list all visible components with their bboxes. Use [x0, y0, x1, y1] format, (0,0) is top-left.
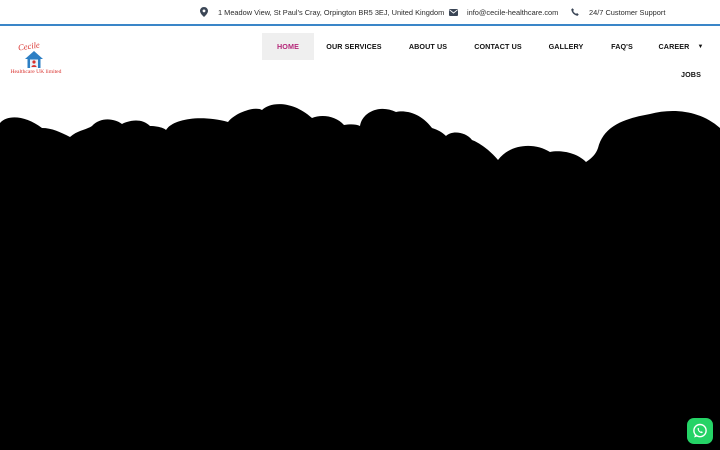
hero-banner: [0, 104, 720, 450]
nav-our-services[interactable]: OUR SERVICES: [325, 33, 383, 60]
nav-gallery[interactable]: GALLERY: [544, 33, 588, 60]
nav-about-us[interactable]: ABOUT US: [404, 33, 452, 60]
nav-faqs[interactable]: FAQ'S: [606, 33, 638, 60]
nav-contact-us[interactable]: CONTACT US: [470, 33, 526, 60]
nav-jobs[interactable]: JOBS: [676, 61, 706, 88]
email-link[interactable]: info@cecile-healthcare.com: [467, 8, 558, 17]
caret-down-icon: ▼: [697, 43, 704, 50]
envelope-icon: [448, 7, 458, 17]
address-item: 1 Meadow View, St Paul's Cray, Orpington…: [199, 0, 444, 24]
nav-home[interactable]: HOME: [262, 33, 314, 60]
email-item[interactable]: info@cecile-healthcare.com: [448, 0, 558, 24]
address-text: 1 Meadow View, St Paul's Cray, Orpington…: [218, 7, 445, 17]
support-item: 24/7 Customer Support: [570, 0, 665, 24]
site-header: Cecile Healthcare UK limited HOME OUR SE…: [0, 28, 720, 90]
top-contact-bar: 1 Meadow View, St Paul's Cray, Orpington…: [0, 0, 720, 26]
whatsapp-chat-button[interactable]: [687, 418, 713, 444]
whatsapp-icon: [693, 423, 707, 438]
logo-subtitle: Healthcare UK limited: [10, 69, 62, 75]
support-text: 24/7 Customer Support: [589, 7, 666, 17]
map-marker-icon: [199, 7, 209, 17]
nav-career-label: CAREER: [658, 42, 690, 51]
site-logo[interactable]: Cecile Healthcare UK limited: [4, 40, 66, 81]
phone-icon: [570, 7, 580, 17]
house-icon: [25, 51, 43, 68]
nav-career[interactable]: CAREER ▼: [656, 33, 706, 60]
